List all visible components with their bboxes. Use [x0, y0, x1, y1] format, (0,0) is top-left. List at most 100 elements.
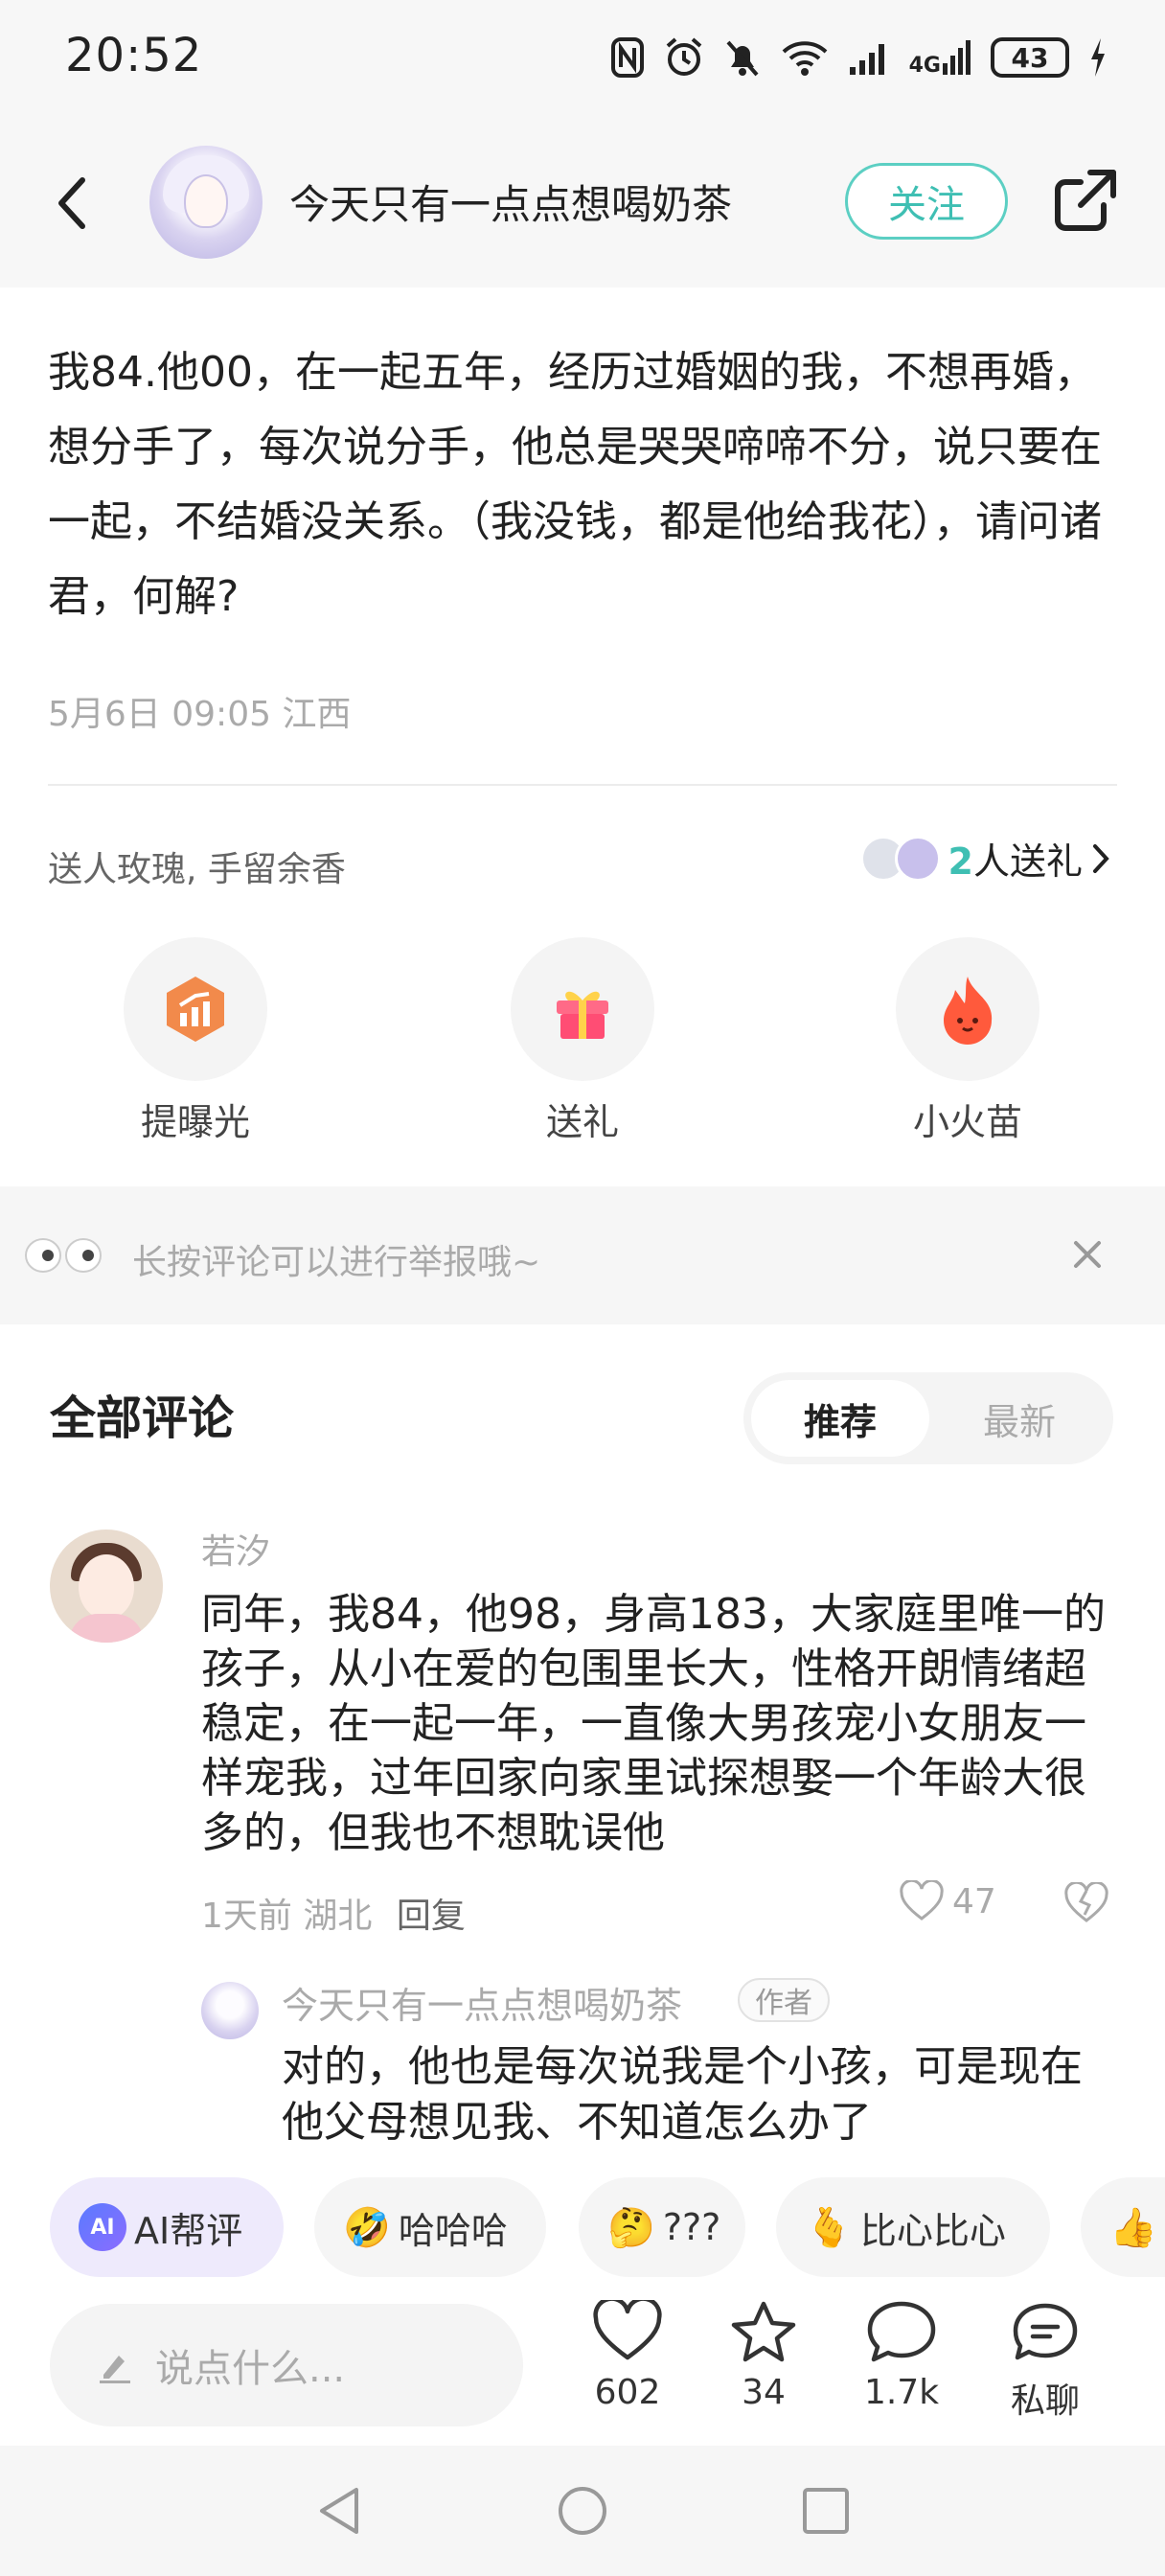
gift-icon [557, 991, 608, 1039]
comment-dislike-button[interactable] [1063, 1880, 1109, 1928]
quick-reply-chip[interactable]: 🫰 比心比心 [776, 2177, 1050, 2277]
comment-like-count: 47 [952, 1881, 996, 1921]
comment-input-placeholder: 说点什么... [155, 2347, 346, 2391]
report-tip-text: 长按评论可以进行举报哦~ [132, 1243, 541, 1282]
like-count: 602 [594, 2373, 661, 2412]
ai-icon: AI [79, 2203, 126, 2251]
triangle-back-icon [320, 2488, 358, 2534]
post-header: 今天只有一点点想喝奶茶 关注 [0, 115, 1165, 288]
bottom-action-bar: 说点什么... 602 34 1.7k 私聊 [0, 2277, 1165, 2446]
gift-slogan: 送人玫瑰, 手留余香 [48, 850, 346, 889]
chevron-right-icon [1093, 843, 1109, 873]
quick-reply-bar: AI AI帮评 🤣 哈哈哈 🤔 ??? 🫰 比心比心 👍 [0, 2177, 1165, 2277]
private-chat-button[interactable]: 私聊 [983, 2300, 1108, 2423]
nav-back-button[interactable] [314, 2484, 364, 2542]
rolling-laugh-icon: 🤣 [343, 2205, 391, 2250]
tab-recommended[interactable]: 推荐 [751, 1380, 929, 1457]
nfc-icon [610, 37, 644, 78]
boost-exposure-label: 提曝光 [140, 1101, 250, 1143]
circle-home-icon [559, 2487, 606, 2535]
share-button[interactable] [1052, 167, 1119, 238]
comment-button[interactable]: 1.7k [839, 2300, 964, 2412]
heart-outline-icon [900, 1880, 944, 1920]
comment-like-button[interactable]: 47 [899, 1880, 996, 1922]
post-body: 我84.他00，在一起五年，经历过婚姻的我，不想再婚，想分手了，每次说分手，他总… [48, 348, 1102, 621]
like-button[interactable]: 602 [565, 2296, 690, 2412]
back-button[interactable] [54, 174, 92, 236]
boost-exposure-icon [167, 977, 224, 1042]
network-label: 4G [908, 54, 941, 78]
nav-recents-button[interactable] [799, 2484, 853, 2542]
author-avatar[interactable] [149, 146, 263, 259]
reply-author-avatar[interactable] [201, 1982, 259, 2039]
chat-icon [1013, 2303, 1078, 2360]
alarm-icon [666, 37, 701, 76]
flame-icon [944, 977, 993, 1045]
commenter-name[interactable]: 若汐 [201, 1524, 270, 1574]
finger-heart-icon: 🫰 [805, 2205, 853, 2250]
comment-count: 1.7k [863, 2373, 940, 2412]
quick-reply-chip[interactable]: 👍 [1081, 2177, 1165, 2277]
share-icon [1055, 170, 1116, 231]
report-tip-bar: 长按评论可以进行举报哦~ [0, 1186, 1165, 1324]
battery-icon: 43 [991, 37, 1069, 78]
thumbs-up-icon: 👍 [1109, 2205, 1157, 2250]
comment-time: 1天前 [201, 1897, 292, 1936]
quick-reply-label: 哈哈哈 [398, 2209, 508, 2252]
quick-reply-chip[interactable]: 🤣 哈哈哈 [314, 2177, 546, 2277]
comment-sort-toggle: 推荐 最新 [743, 1372, 1113, 1464]
comment-bubble-icon [867, 2301, 936, 2362]
gift-givers-link[interactable]: 2人送礼 [859, 832, 1111, 885]
ai-comment-label: AI帮评 [134, 2209, 243, 2252]
mute-icon [726, 40, 759, 77]
reply-button[interactable]: 回复 [397, 1897, 466, 1936]
comment-location: 湖北 [303, 1897, 373, 1936]
reply-text[interactable]: 对的，他也是每次说我是个小孩，可是现在他父母想见我、不知道怎么办了 [282, 2039, 1106, 2150]
favorite-button[interactable]: 34 [701, 2300, 826, 2412]
comments-title: 全部评论 [50, 1392, 235, 1445]
follow-button[interactable]: 关注 [845, 163, 1008, 240]
favorite-count: 34 [742, 2373, 786, 2412]
gift-count: 2 [948, 840, 973, 883]
close-tip-button[interactable] [1071, 1232, 1104, 1281]
tab-latest[interactable]: 最新 [933, 1380, 1106, 1457]
comment-text[interactable]: 同年，我84，他98，身高183，大家庭里唯一的孩子，从小在爱的包围里长大，性格… [201, 1587, 1121, 1860]
send-gift-label: 送礼 [545, 1101, 619, 1143]
status-time: 20:52 [65, 29, 203, 82]
status-icons: 4G 43 [610, 34, 1108, 80]
reply-author-name[interactable]: 今天只有一点点想喝奶茶 [282, 1976, 682, 2029]
quick-reply-label: 比心比心 [859, 2209, 1006, 2252]
quick-reply-chip[interactable]: 🤔 ??? [579, 2177, 745, 2277]
square-recents-icon [803, 2488, 849, 2534]
thinking-face-icon: 🤔 [607, 2205, 655, 2250]
nav-home-button[interactable] [556, 2484, 609, 2542]
post-meta: 5月6日 09:05 江西 [48, 695, 352, 734]
commenter-avatar[interactable] [50, 1530, 163, 1643]
quick-reply-label: ??? [662, 2206, 721, 2248]
eyes-icon [25, 1238, 102, 1273]
send-gift-button[interactable]: 送礼 [487, 937, 678, 1145]
gift-count-suffix: 人送礼 [972, 840, 1083, 883]
signal-4g-icon: 4G [909, 38, 971, 77]
broken-heart-icon [1064, 1880, 1108, 1922]
ai-comment-chip[interactable]: AI AI帮评 [50, 2177, 284, 2277]
giver-avatar [894, 835, 941, 882]
system-nav-bar [0, 2446, 1165, 2576]
heart-icon [593, 2296, 662, 2360]
divider [48, 784, 1117, 786]
pencil-icon [100, 2356, 130, 2383]
close-icon [1074, 1241, 1101, 1268]
private-chat-label: 私聊 [1010, 2381, 1080, 2421]
battery-level: 43 [1011, 41, 1049, 74]
star-icon [731, 2301, 796, 2362]
post-actions: 提曝光 送礼 小火苗 [0, 937, 1165, 1148]
comment-meta: 1天前 湖北 回复 [201, 1888, 466, 1938]
boost-exposure-button[interactable]: 提曝光 [100, 937, 291, 1145]
flame-button[interactable]: 小火苗 [872, 937, 1063, 1145]
charging-icon [1091, 38, 1105, 77]
author-name[interactable]: 今天只有一点点想喝奶茶 [289, 172, 732, 231]
signal-icon [849, 44, 884, 75]
status-bar: 20:52 4G 43 [0, 0, 1165, 115]
comment-input[interactable]: 说点什么... [50, 2304, 523, 2426]
chevron-left-icon [58, 177, 85, 229]
